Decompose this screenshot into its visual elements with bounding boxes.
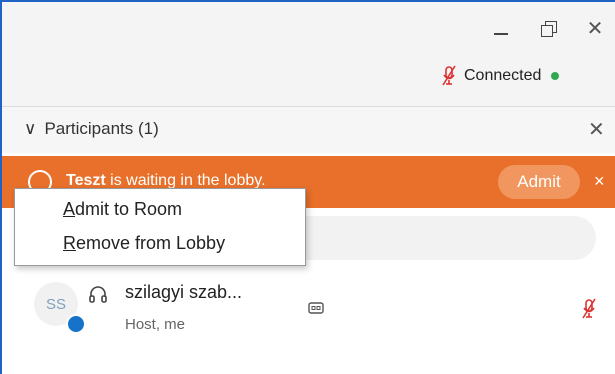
minimize-button[interactable] <box>486 14 516 44</box>
lobby-message-text: is waiting in the lobby. <box>105 172 266 189</box>
menu-accelerator: R <box>63 233 76 253</box>
lobby-context-menu: Admit to Room Remove from Lobby <box>14 188 306 266</box>
participant-role: Host, me <box>125 316 186 333</box>
close-icon: ✕ <box>586 18 604 40</box>
lobby-user-name: Teszt <box>66 172 106 189</box>
mic-muted-icon[interactable] <box>582 298 596 320</box>
connected-dot-icon <box>551 72 560 80</box>
restore-button[interactable] <box>534 14 564 44</box>
title-bar: ✕ Connected <box>2 2 615 106</box>
menu-item-label: emove from Lobby <box>76 233 226 253</box>
connection-status: Connected <box>442 62 560 90</box>
minimize-icon <box>494 33 508 35</box>
menu-item-admit-to-room[interactable]: Admit to Room <box>63 199 182 220</box>
headset-icon <box>89 286 107 303</box>
connection-status-label: Connected <box>464 67 542 84</box>
mic-muted-icon <box>442 65 456 86</box>
chevron-down-icon: ∨ <box>24 119 37 138</box>
menu-accelerator: A <box>63 199 76 219</box>
participant-row[interactable]: SS szilagyi szab... Host, me <box>2 272 615 352</box>
close-panel-icon[interactable]: ✕ <box>588 117 605 142</box>
admit-button[interactable]: Admit <box>498 165 580 199</box>
participants-panel-header: ∨ Participants (1) ✕ <box>2 107 615 153</box>
participants-toggle[interactable]: ∨ Participants (1) <box>24 119 159 139</box>
restore-icon <box>541 21 557 37</box>
menu-item-label: dmit to Room <box>75 199 183 219</box>
avatar-initials: SS <box>45 295 66 313</box>
menu-item-remove-from-lobby[interactable]: Remove from Lobby <box>63 233 225 254</box>
window-frame-top <box>0 0 615 2</box>
dismiss-banner-icon[interactable]: × <box>594 171 605 192</box>
window-frame-left <box>0 0 2 374</box>
participants-title: Participants (1) <box>44 119 159 138</box>
closed-caption-icon <box>308 302 324 314</box>
presence-badge-icon <box>66 314 86 334</box>
close-window-button[interactable]: ✕ <box>580 14 610 44</box>
participant-name: szilagyi szab... <box>125 282 243 302</box>
